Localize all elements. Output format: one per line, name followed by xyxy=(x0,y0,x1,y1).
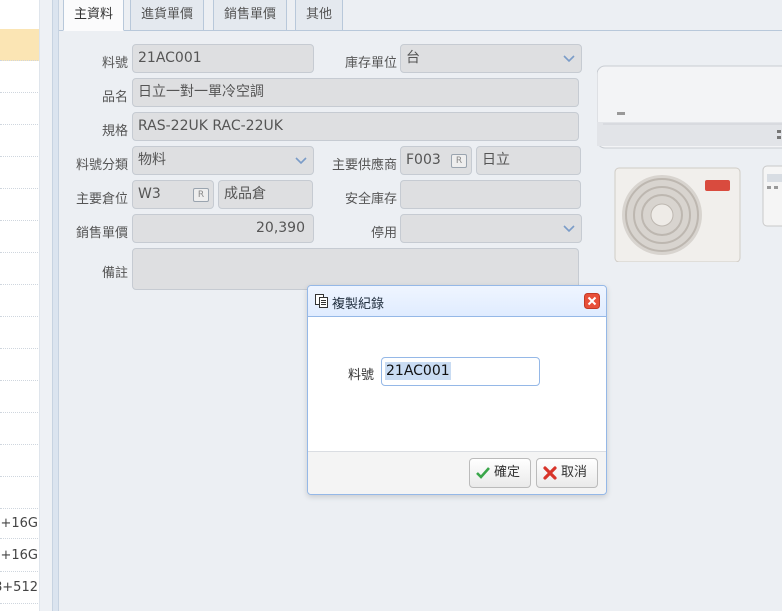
list-item[interactable] xyxy=(0,317,39,349)
list-item[interactable] xyxy=(0,381,39,413)
list-item[interactable] xyxy=(0,157,39,189)
dialog-item-no-value: 21AC001 xyxy=(385,362,451,380)
product-image xyxy=(597,65,782,262)
list-item-text: +16G xyxy=(0,516,38,531)
dialog-item-no-label: 料號 xyxy=(348,368,375,383)
price-label: 銷售單價 xyxy=(75,226,128,241)
warehouse-code-field[interactable]: W3 R xyxy=(132,180,214,209)
lookup-icon[interactable]: R xyxy=(451,154,467,168)
warehouse-code-value: W3 xyxy=(138,186,161,202)
name-label: 品名 xyxy=(101,90,128,105)
supplier-code-field[interactable]: F003 R xyxy=(400,146,472,175)
cancel-button[interactable]: 取消 xyxy=(536,458,598,488)
tab-bar: 主資料 進貨單價 銷售單價 其他 xyxy=(59,0,782,31)
copy-record-dialog: 複製紀錄 料號 21AC001 確定 取消 xyxy=(307,285,607,495)
list-item[interactable] xyxy=(0,285,39,317)
list-item[interactable] xyxy=(0,413,39,445)
tab-other[interactable]: 其他 xyxy=(295,0,344,31)
tab-sales-price[interactable]: 銷售單價 xyxy=(213,0,288,31)
list-item-text: 8+512 xyxy=(0,580,38,595)
list-item-text: +16G xyxy=(0,548,38,563)
list-item[interactable]: +16G xyxy=(0,509,39,539)
list-item[interactable] xyxy=(0,125,39,157)
name-field[interactable]: 日立一對一單冷空調 xyxy=(132,78,579,107)
confirm-button-label: 確定 xyxy=(494,465,521,480)
warehouse-label: 主要倉位 xyxy=(75,192,128,207)
note-field[interactable] xyxy=(132,248,579,290)
chevron-down-icon[interactable] xyxy=(561,220,577,236)
confirm-button[interactable]: 確定 xyxy=(469,458,531,488)
list-item[interactable] xyxy=(0,349,39,381)
note-label: 備註 xyxy=(101,266,128,281)
list-item[interactable]: +16G xyxy=(0,540,39,572)
lookup-icon[interactable]: R xyxy=(193,188,209,202)
list-item[interactable] xyxy=(0,253,39,285)
dialog-item-no-input[interactable]: 21AC001 xyxy=(381,357,540,386)
supplier-name-field: 日立 xyxy=(476,146,581,175)
splitter-handle[interactable] xyxy=(52,0,59,611)
list-item[interactable] xyxy=(0,477,39,509)
list-item-selected[interactable] xyxy=(0,29,39,61)
chevron-down-icon[interactable] xyxy=(561,50,577,66)
price-field[interactable]: 20,390 xyxy=(132,214,314,243)
safety-stock-label: 安全庫存 xyxy=(344,192,397,207)
disabled-label: 停用 xyxy=(370,226,397,241)
supplier-label: 主要供應商 xyxy=(331,158,397,173)
disabled-select[interactable] xyxy=(400,214,582,243)
stock-unit-select[interactable]: 台 xyxy=(400,44,582,73)
spec-label: 規格 xyxy=(101,124,128,139)
spec-field[interactable]: RAS-22UK RAC-22UK xyxy=(132,112,579,141)
category-label: 料號分類 xyxy=(75,158,128,173)
dialog-footer: 確定 取消 xyxy=(308,451,606,494)
stock-unit-label: 庫存單位 xyxy=(344,56,397,71)
stock-unit-value: 台 xyxy=(406,50,420,66)
tab-purchase-price[interactable]: 進貨單價 xyxy=(130,0,205,31)
supplier-code-value: F003 xyxy=(406,152,441,168)
list-item[interactable] xyxy=(0,221,39,253)
item-no-field[interactable]: 21AC001 xyxy=(132,44,314,73)
record-list: +16G +16G 8+512 xyxy=(0,0,40,611)
dialog-header[interactable]: 複製紀錄 xyxy=(308,286,606,317)
chevron-down-icon[interactable] xyxy=(293,152,309,168)
dialog-title: 複製紀錄 xyxy=(332,297,385,312)
check-icon xyxy=(476,467,490,479)
list-item[interactable]: 8+512 xyxy=(0,572,39,604)
safety-stock-field[interactable] xyxy=(400,180,581,209)
close-icon[interactable] xyxy=(584,293,600,309)
copy-icon xyxy=(315,294,328,308)
cancel-button-label: 取消 xyxy=(561,465,588,480)
category-select[interactable]: 物料 xyxy=(132,146,314,175)
splitter xyxy=(40,0,52,611)
item-no-label: 料號 xyxy=(101,56,128,71)
list-item[interactable] xyxy=(0,189,39,221)
list-item[interactable] xyxy=(0,61,39,93)
list-item[interactable] xyxy=(0,93,39,125)
category-value: 物料 xyxy=(138,152,166,168)
list-item[interactable] xyxy=(0,445,39,477)
tab-main-data[interactable]: 主資料 xyxy=(63,0,125,31)
warehouse-name-field: 成品倉 xyxy=(218,180,313,209)
cancel-x-icon xyxy=(543,466,557,480)
